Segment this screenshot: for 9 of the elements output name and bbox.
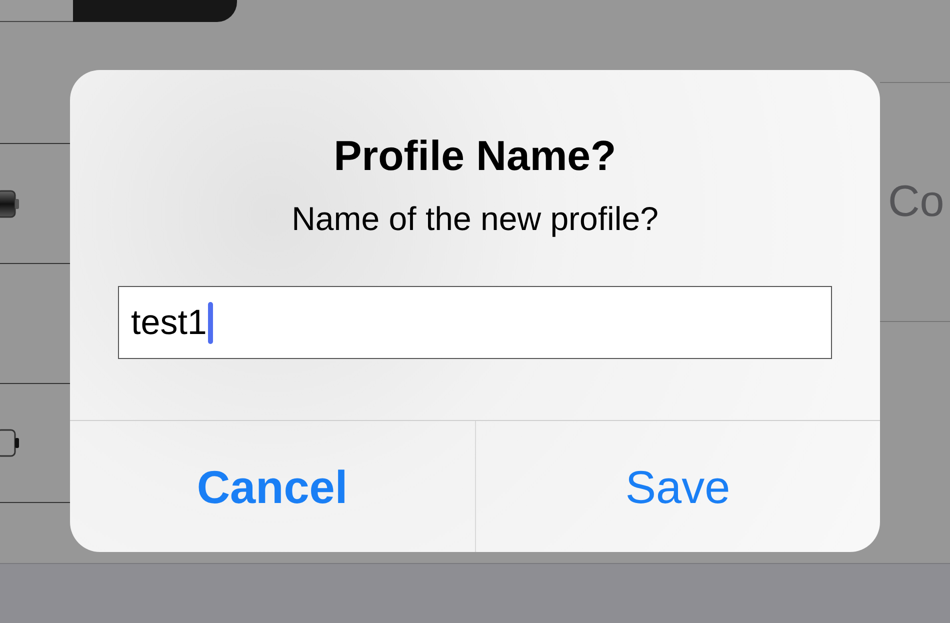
cell-label: Co bbox=[888, 177, 944, 227]
dialog-button[interactable]: Save bbox=[474, 421, 880, 552]
text-cursor bbox=[208, 302, 213, 344]
dialog-title: Profile Name? bbox=[334, 132, 616, 180]
battery-icon bbox=[0, 428, 20, 458]
input-field[interactable]: test1 bbox=[118, 286, 832, 359]
battery-icon bbox=[0, 188, 20, 218]
dialog-message: Name of the new profile? bbox=[292, 200, 658, 238]
dialog-button[interactable]: Cancel bbox=[70, 421, 474, 552]
